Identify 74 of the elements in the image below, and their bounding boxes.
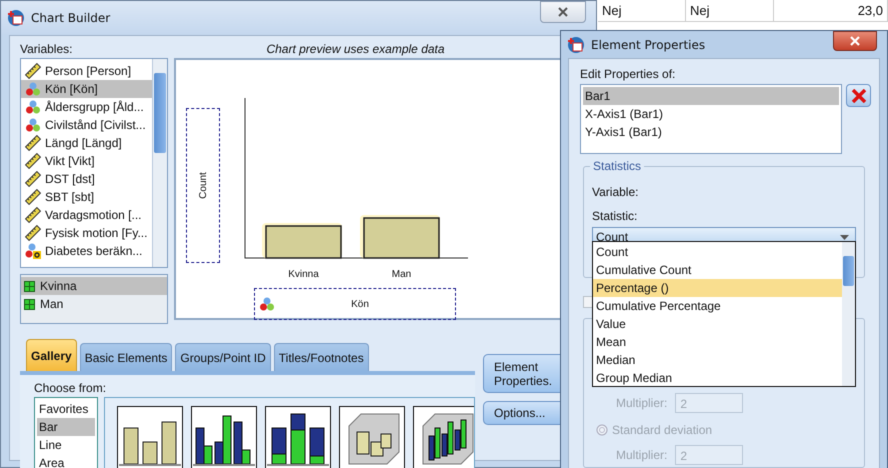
variable-label: Variable: [592, 185, 640, 199]
table-cell: Nej [598, 0, 686, 21]
preview-note: Chart preview uses example data [265, 42, 446, 56]
scrollbar[interactable] [842, 242, 855, 386]
multiplier-label: Multiplier: [616, 396, 668, 410]
variable-item[interactable]: Längd [Längd] [21, 134, 152, 152]
scrollbar[interactable] [152, 59, 167, 267]
statistic-option[interactable]: Percentage () [593, 279, 842, 297]
gallery-thumbnail[interactable] [413, 406, 474, 468]
app-icon [567, 36, 585, 54]
category-label: Man [390, 269, 412, 280]
chart-type-item[interactable]: Line [37, 436, 95, 454]
table-cell: 23,0 [774, 0, 888, 21]
grid-icon [24, 298, 35, 310]
chart-type-item[interactable]: Favorites [37, 400, 95, 418]
statistic-label: Statistic: [592, 209, 638, 223]
y-axis-drop-zone[interactable]: Count [186, 108, 220, 263]
variable-item[interactable]: Kön [Kön] [21, 80, 152, 98]
three-balls-icon [259, 296, 275, 312]
category-item[interactable]: Kvinna [21, 277, 167, 295]
window-title: Element Properties [591, 38, 706, 52]
tab[interactable]: Groups/Point ID [175, 343, 271, 371]
close-icon [849, 36, 861, 46]
variables-label: Variables: [20, 42, 74, 56]
close-button[interactable] [540, 1, 586, 23]
category-label: Kvinna [287, 269, 320, 280]
variable-item[interactable]: Diabetes beräkn... [21, 242, 152, 260]
variable-item[interactable]: Åldersgrupp [Åld... [21, 98, 152, 116]
variable-item[interactable]: DST [dst] [21, 170, 152, 188]
choose-from-label: Choose from: [34, 381, 106, 395]
tab[interactable]: Titles/Footnotes [274, 343, 369, 371]
x-axis-drop-zone[interactable]: Kön [254, 288, 456, 320]
radio-button-icon [596, 424, 608, 436]
tab[interactable]: Gallery [26, 339, 77, 371]
statistic-option[interactable]: Median [593, 351, 842, 369]
multiplier-label: Multiplier: [616, 448, 668, 462]
variable-item[interactable]: Vardagsmotion [... [21, 206, 152, 224]
three-balls-icon [25, 99, 41, 115]
three-balls-icon [25, 81, 41, 97]
delete-button[interactable] [846, 84, 871, 107]
window-title: Chart Builder [31, 11, 110, 25]
three-balls-icon [25, 117, 41, 133]
gallery-thumbnail[interactable] [265, 406, 331, 468]
variable-item[interactable]: SBT [sbt] [21, 188, 152, 206]
gallery-thumbnail[interactable] [191, 406, 257, 468]
category-item[interactable]: Man [21, 295, 167, 313]
gallery-thumbnail[interactable] [117, 406, 183, 468]
statistic-option[interactable]: Group Median [593, 369, 842, 387]
statistic-option[interactable]: Value [593, 315, 842, 333]
statistic-option[interactable]: Mean [593, 333, 842, 351]
chart-type-item[interactable]: Bar [37, 418, 95, 436]
close-button[interactable] [833, 30, 877, 50]
y-axis-title: Count [198, 172, 208, 199]
statistic-option[interactable]: Cumulative Percentage [593, 297, 842, 315]
element-item[interactable]: X-Axis1 (Bar1) [583, 105, 839, 123]
tab[interactable]: Basic Elements [80, 343, 172, 371]
variable-item[interactable]: Fysisk motion [Fy... [21, 224, 152, 242]
delete-icon [850, 88, 866, 102]
statistic-option[interactable]: Cumulative Count [593, 261, 842, 279]
grid-icon [24, 280, 35, 292]
chart-type-item[interactable]: Area [37, 454, 95, 468]
element-item[interactable]: Y-Axis1 (Bar1) [583, 123, 839, 141]
x-axis-title: Kön [350, 298, 370, 310]
element-item[interactable]: Bar1 [583, 87, 839, 105]
variable-item[interactable]: Vikt [Vikt] [21, 152, 152, 170]
variable-item[interactable]: Person [Person] [21, 62, 152, 80]
app-icon [7, 9, 25, 27]
group-legend: Statistics [590, 159, 644, 173]
variable-item[interactable]: Civilstånd [Civilst... [21, 116, 152, 134]
gallery-thumbnail[interactable] [339, 406, 405, 468]
balls-string-icon [25, 243, 41, 259]
table-cell: Nej [686, 0, 774, 21]
close-icon [557, 7, 569, 17]
edit-properties-label: Edit Properties of: [580, 67, 676, 81]
